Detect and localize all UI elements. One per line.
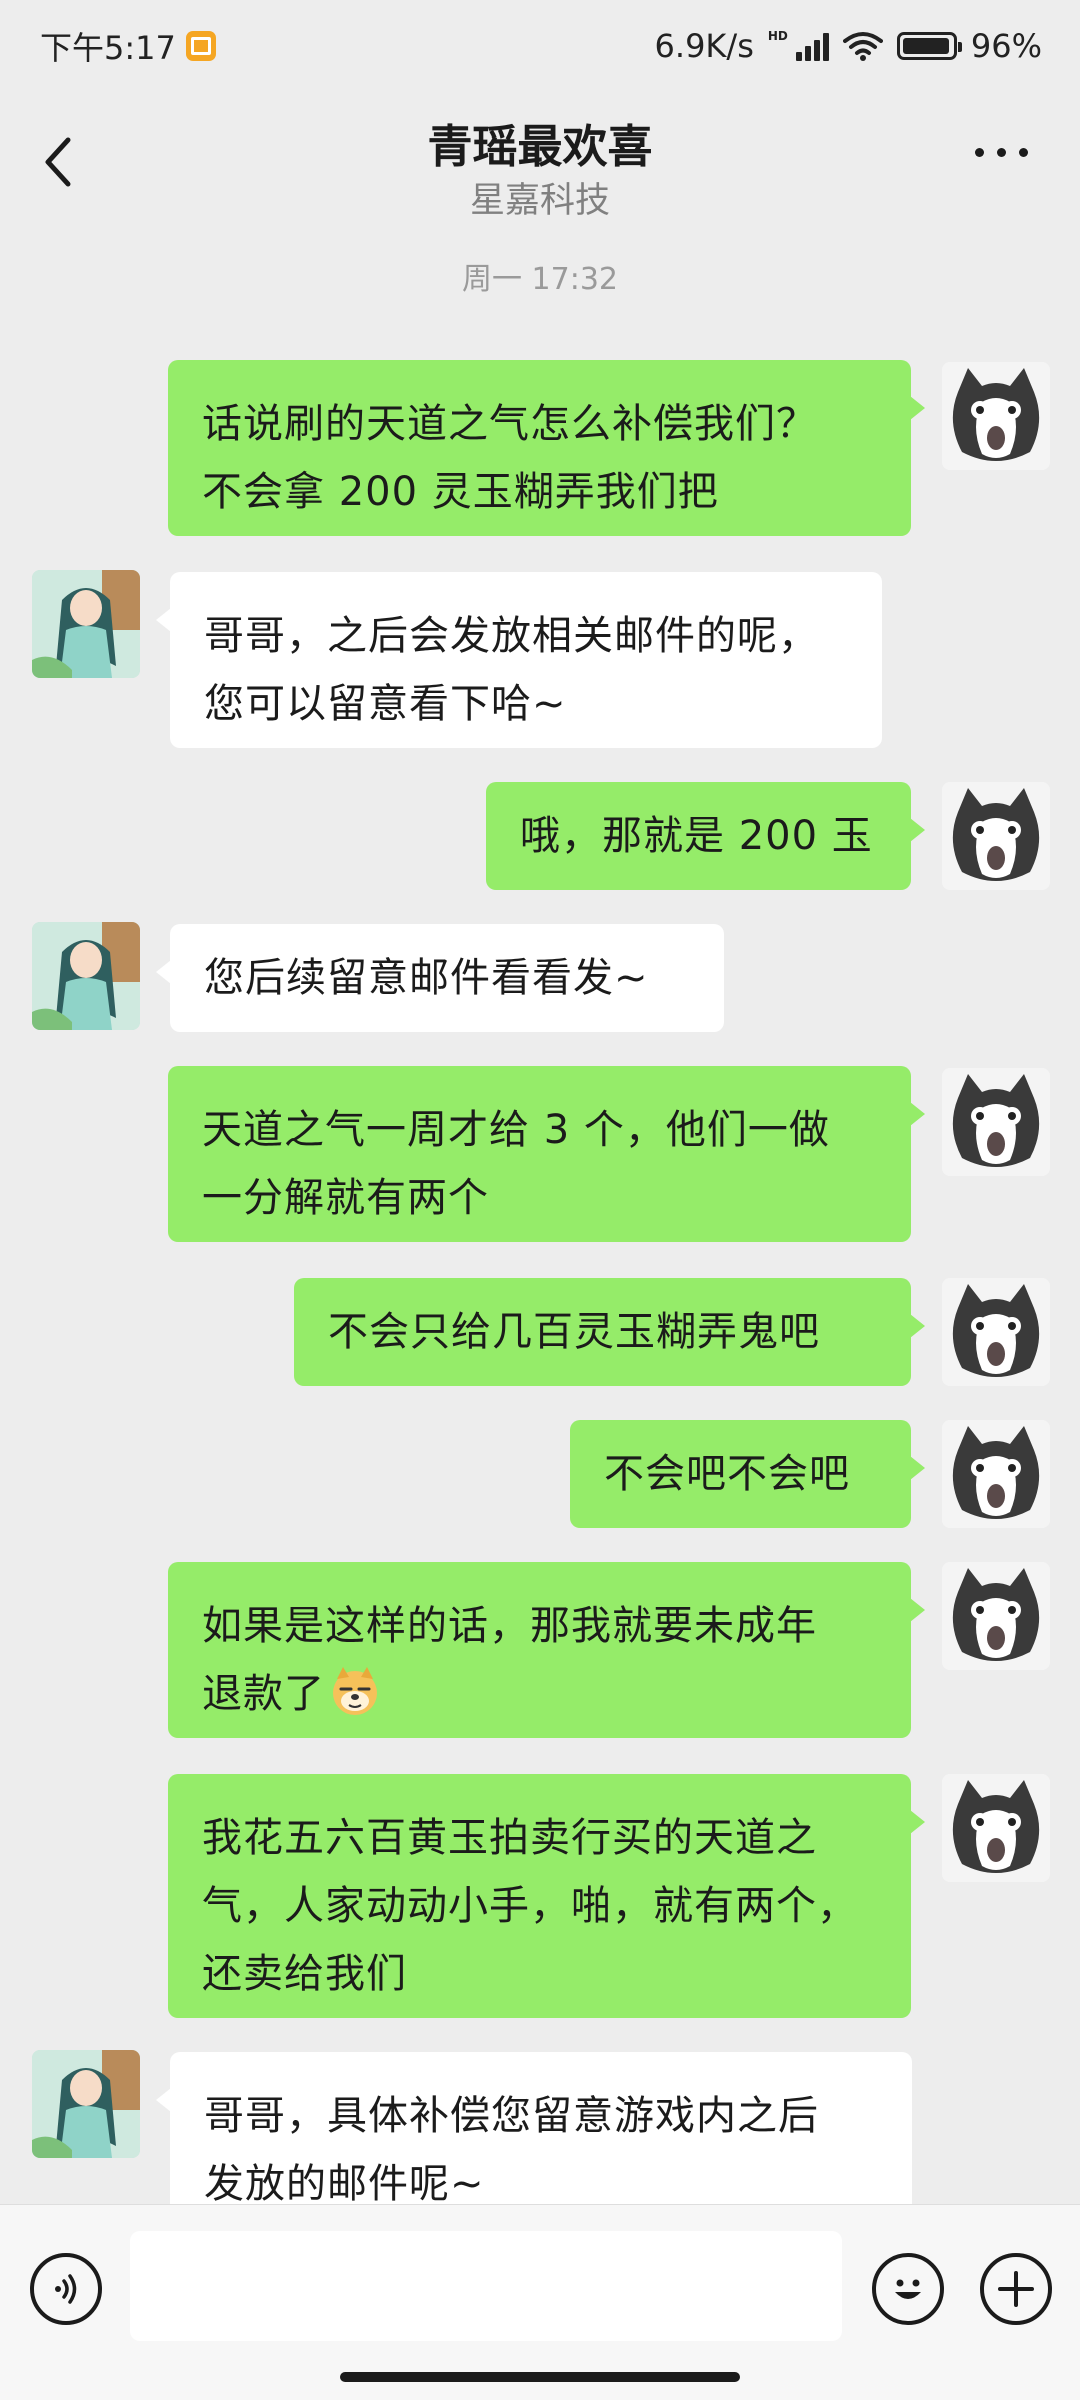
- my-message-bubble[interactable]: 天道之气一周才给 3 个，他们一做 一分解就有两个: [168, 1066, 925, 1242]
- my-message-bubble[interactable]: 如果是这样的话，那我就要未成年 退款了: [168, 1562, 925, 1738]
- my-message-bubble[interactable]: 哦，那就是 200 玉: [486, 782, 925, 890]
- their-message-bubble[interactable]: 哥哥，之后会发放相关邮件的呢， 您可以留意看下哈~: [156, 572, 882, 748]
- my-message-bubble[interactable]: 不会吧不会吧: [570, 1420, 925, 1528]
- my-avatar[interactable]: [942, 1774, 1050, 1882]
- my-avatar[interactable]: [942, 1562, 1050, 1670]
- wifi-icon: [842, 32, 883, 61]
- my-message-bubble[interactable]: 我花五六百黄玉拍卖行买的天道之 气，人家动动小手，啪，就有两个， 还卖给我们: [168, 1774, 925, 2018]
- battery-icon: [896, 32, 962, 60]
- my-avatar[interactable]: [942, 1420, 1050, 1528]
- chat-header: 青瑶最欢喜 星嘉科技: [0, 92, 1080, 232]
- plus-icon[interactable]: [980, 2253, 1052, 2325]
- battery-fill: [902, 38, 949, 54]
- status-bar: 下午5:17 6.9K/s HD 96%: [0, 0, 1080, 92]
- status-right: 6.9K/s HD 96%: [655, 27, 1042, 65]
- doge-emoji-icon: [333, 1667, 377, 1715]
- status-time: 下午5:17: [40, 29, 176, 67]
- my-avatar[interactable]: [942, 362, 1050, 470]
- my-message-bubble[interactable]: 话说刷的天道之气怎么补偿我们？ 不会拿 200 灵玉糊弄我们把: [168, 360, 925, 536]
- their-avatar[interactable]: [32, 922, 140, 1030]
- chat-title: 青瑶最欢喜: [427, 120, 653, 173]
- their-message-bubble[interactable]: 哥哥，具体补偿您留意游戏内之后 发放的邮件呢~: [156, 2052, 912, 2228]
- message-input-bar: [0, 2204, 1080, 2400]
- status-left: 下午5:17: [40, 23, 216, 69]
- message-text: 如果是这样的话，那我就要未成年 退款了: [202, 1603, 817, 1717]
- my-message-bubble[interactable]: 不会只给几百灵玉糊弄鬼吧: [294, 1278, 925, 1386]
- emoji-icon[interactable]: [872, 2253, 944, 2325]
- network-speed: 6.9K/s: [654, 27, 754, 65]
- chat-subtitle: 星嘉科技: [469, 181, 610, 221]
- their-avatar[interactable]: [32, 2050, 140, 2158]
- my-avatar[interactable]: [942, 782, 1050, 890]
- their-avatar[interactable]: [32, 570, 140, 678]
- hd-label: HD: [767, 29, 788, 43]
- message-input[interactable]: [130, 2231, 842, 2341]
- notification-app-icon: [185, 31, 216, 61]
- battery-percent: 96%: [970, 27, 1042, 65]
- my-avatar[interactable]: [942, 1068, 1050, 1176]
- signal-icon: [795, 31, 829, 61]
- voice-icon[interactable]: [30, 2253, 102, 2325]
- their-message-bubble[interactable]: 您后续留意邮件看看发~: [156, 924, 724, 1032]
- my-avatar[interactable]: [942, 1278, 1050, 1386]
- more-dots-icon[interactable]: [975, 148, 1028, 157]
- home-indicator[interactable]: [340, 2372, 740, 2382]
- chat-timestamp: 周一 17:32: [462, 262, 618, 297]
